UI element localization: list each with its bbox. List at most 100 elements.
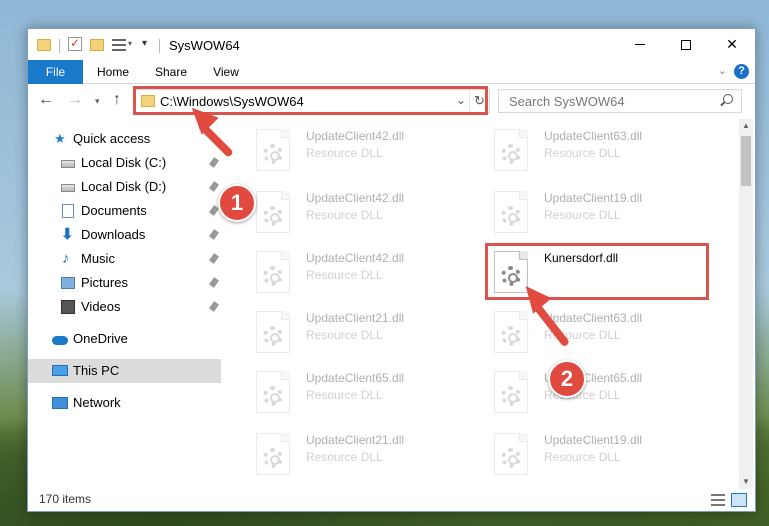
item-count: 170 items bbox=[39, 492, 92, 506]
sidebar-item-local-disk-d[interactable]: Local Disk (D:) bbox=[28, 175, 221, 199]
gear-icon bbox=[501, 386, 521, 406]
file-item[interactable]: UpdateClient21.dll Resource DLL bbox=[246, 307, 476, 355]
file-name: UpdateClient63.dll bbox=[544, 311, 643, 325]
downloads-icon: ⬇ bbox=[61, 226, 74, 243]
sidebar-item-onedrive[interactable]: OneDrive bbox=[28, 327, 221, 351]
expand-ribbon-icon[interactable]: ⌄ bbox=[718, 64, 727, 77]
file-name: UpdateClient19.dll bbox=[544, 433, 643, 447]
search-box[interactable] bbox=[498, 89, 742, 113]
file-item[interactable]: UpdateClient65.dll Resource DLL bbox=[484, 367, 714, 415]
onedrive-icon bbox=[52, 336, 68, 345]
star-icon: ★ bbox=[54, 131, 66, 146]
search-icon[interactable] bbox=[723, 94, 733, 104]
gear-icon bbox=[263, 144, 283, 164]
tab-view[interactable]: View bbox=[202, 60, 250, 84]
scroll-down-icon[interactable]: ▼ bbox=[739, 475, 753, 489]
recent-locations-icon[interactable]: ▾ bbox=[95, 96, 100, 107]
view-options-icon[interactable] bbox=[112, 39, 126, 51]
maximize-button[interactable] bbox=[663, 29, 709, 60]
sidebar-item-documents[interactable]: Documents bbox=[28, 199, 221, 223]
sidebar-item-label: Local Disk (C:) bbox=[81, 155, 167, 170]
file-item[interactable]: UpdateClient21.dll Resource DLL bbox=[246, 429, 476, 477]
dll-file-icon bbox=[256, 191, 290, 233]
gear-icon bbox=[501, 266, 521, 286]
file-description: Resource DLL bbox=[544, 208, 621, 222]
file-name: UpdateClient42.dll bbox=[306, 129, 405, 143]
pc-icon bbox=[52, 365, 68, 376]
sidebar-item-label: Network bbox=[73, 395, 121, 410]
title-separator bbox=[59, 39, 60, 53]
file-name: Kunersdorf.dll bbox=[544, 251, 619, 265]
sidebar-item-this-pc[interactable]: This PC bbox=[28, 359, 221, 383]
sidebar-item-music[interactable]: ♪ Music bbox=[28, 247, 221, 271]
vertical-scrollbar[interactable]: ▲ ▼ bbox=[739, 119, 753, 489]
tab-home[interactable]: Home bbox=[88, 60, 138, 84]
new-folder-icon[interactable] bbox=[90, 39, 104, 51]
file-item[interactable]: UpdateClient63.dll Resource DLL bbox=[484, 307, 714, 355]
file-description: Resource DLL bbox=[544, 146, 621, 160]
sidebar-item-quick-access[interactable]: ★ Quick access bbox=[28, 127, 221, 151]
back-arrow-icon[interactable]: ← bbox=[38, 91, 54, 109]
tab-file[interactable]: File bbox=[28, 60, 83, 84]
file-item[interactable]: UpdateClient19.dll Resource DLL bbox=[484, 429, 714, 477]
minimize-icon bbox=[635, 44, 645, 45]
file-name: UpdateClient42.dll bbox=[306, 251, 405, 265]
file-list: UpdateClient42.dll Resource DLL UpdateCl… bbox=[236, 119, 736, 489]
forward-arrow-icon[interactable]: → bbox=[67, 91, 83, 109]
pin-icon[interactable] bbox=[208, 301, 220, 312]
pin-icon[interactable] bbox=[208, 157, 220, 168]
file-item[interactable]: UpdateClient42.dll Resource DLL bbox=[246, 247, 476, 295]
sidebar-item-downloads[interactable]: ⬇ Downloads bbox=[28, 223, 221, 247]
file-item-kunersdorf-dll[interactable]: Kunersdorf.dll bbox=[484, 247, 714, 295]
music-icon: ♪ bbox=[62, 250, 70, 267]
sidebar-item-videos[interactable]: Videos bbox=[28, 295, 221, 319]
dll-file-icon bbox=[494, 191, 528, 233]
dll-file-icon bbox=[256, 311, 290, 353]
customize-toolbar-icon[interactable]: ▾ bbox=[142, 38, 147, 54]
file-name: UpdateClient42.dll bbox=[306, 191, 405, 205]
details-view-icon[interactable] bbox=[711, 494, 725, 506]
properties-icon[interactable] bbox=[68, 36, 82, 51]
address-path[interactable]: C:\Windows\SysWOW64 bbox=[160, 94, 304, 109]
dll-file-icon bbox=[494, 129, 528, 171]
file-item[interactable]: UpdateClient19.dll Resource DLL bbox=[484, 187, 714, 235]
sidebar-item-label: Downloads bbox=[81, 227, 146, 242]
sidebar-item-label: Videos bbox=[81, 299, 121, 314]
pin-icon[interactable] bbox=[208, 277, 220, 288]
sidebar-item-local-disk-c[interactable]: Local Disk (C:) bbox=[28, 151, 221, 175]
pin-icon[interactable] bbox=[208, 181, 220, 192]
window-title: SysWOW64 bbox=[169, 38, 240, 53]
sidebar-item-network[interactable]: Network bbox=[28, 391, 221, 415]
tiles-view-icon[interactable] bbox=[731, 493, 747, 507]
documents-icon bbox=[62, 204, 74, 218]
sidebar-item-pictures[interactable]: Pictures bbox=[28, 271, 221, 295]
file-item[interactable]: UpdateClient42.dll Resource DLL bbox=[246, 187, 476, 235]
sidebar-item-label: Music bbox=[81, 251, 115, 266]
help-icon[interactable]: ? bbox=[734, 64, 749, 79]
scroll-up-icon[interactable]: ▲ bbox=[739, 119, 753, 133]
scroll-thumb[interactable] bbox=[741, 136, 751, 186]
sidebar-item-label: Local Disk (D:) bbox=[81, 179, 167, 194]
address-dropdown-icon[interactable]: ⌄ bbox=[456, 93, 466, 107]
sidebar-item-label: Documents bbox=[81, 203, 147, 218]
refresh-icon[interactable]: ↻ bbox=[469, 90, 489, 112]
title-bar: ▾ ▾ SysWOW64 ✕ bbox=[28, 29, 755, 60]
gear-icon bbox=[263, 386, 283, 406]
gear-icon bbox=[501, 206, 521, 226]
dll-file-icon bbox=[494, 311, 528, 353]
minimize-button[interactable] bbox=[617, 29, 663, 60]
tab-share[interactable]: Share bbox=[146, 60, 196, 84]
pin-icon[interactable] bbox=[208, 229, 220, 240]
pin-icon[interactable] bbox=[208, 253, 220, 264]
search-input[interactable] bbox=[499, 90, 715, 112]
up-arrow-icon[interactable]: ↑ bbox=[113, 91, 121, 109]
sidebar-item-label: Quick access bbox=[73, 131, 151, 146]
close-icon: ✕ bbox=[726, 36, 738, 52]
file-item[interactable]: UpdateClient65.dll Resource DLL bbox=[246, 367, 476, 415]
file-name: UpdateClient65.dll bbox=[306, 371, 405, 385]
file-item[interactable]: UpdateClient42.dll Resource DLL bbox=[246, 125, 476, 173]
file-item[interactable]: UpdateClient63.dll Resource DLL bbox=[484, 125, 714, 173]
close-button[interactable]: ✕ bbox=[709, 29, 755, 60]
gear-icon bbox=[263, 326, 283, 346]
view-dropdown-icon[interactable]: ▾ bbox=[128, 39, 132, 55]
